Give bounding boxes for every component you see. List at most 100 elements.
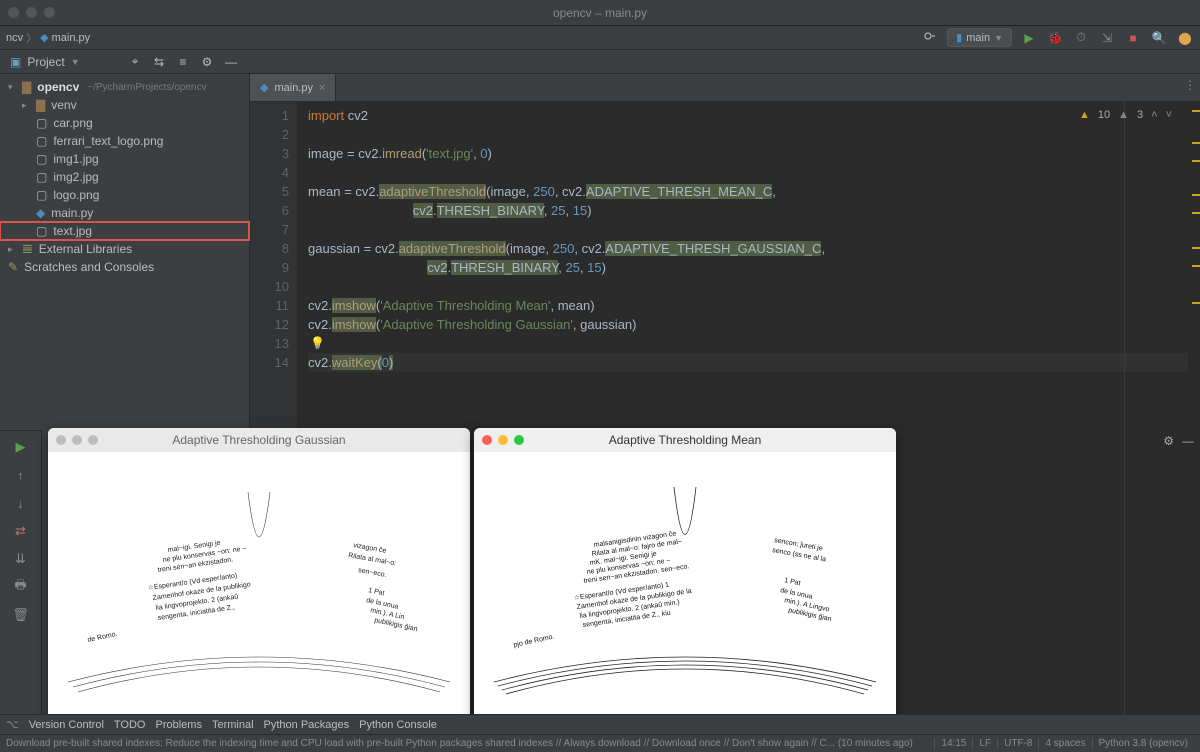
window-title: opencv – main.py	[553, 6, 647, 20]
intention-bulb-icon[interactable]: 💡	[310, 334, 325, 353]
tree-file-textjpg[interactable]: ▢ text.jpg	[0, 222, 249, 240]
chevron-down-icon[interactable]: ▼	[71, 57, 80, 67]
run-button[interactable]: ▶	[1020, 29, 1038, 47]
maximize-dot[interactable]	[514, 435, 524, 445]
python-file-icon: ◆	[260, 81, 268, 94]
help-icon[interactable]: ⬤	[1176, 29, 1194, 47]
down-button[interactable]: ↓	[11, 493, 31, 513]
search-everywhere-icon[interactable]: 🔍	[1150, 29, 1168, 47]
image-window-gaussian[interactable]: Adaptive Thresholding Gaussian mal~igi. …	[48, 428, 470, 728]
vcs-label[interactable]: Version Control	[29, 719, 104, 731]
minimize-dot[interactable]	[72, 435, 82, 445]
window-titlebar[interactable]: Adaptive Thresholding Mean	[474, 428, 896, 452]
hide-icon[interactable]: —	[1182, 434, 1194, 448]
window-titlebar[interactable]: Adaptive Thresholding Gaussian	[48, 428, 470, 452]
breadcrumb[interactable]: ncv 〉 ◆ main.py	[6, 30, 90, 46]
close-dot[interactable]	[8, 7, 19, 18]
more-tabs-icon[interactable]: ⋮	[1184, 78, 1196, 92]
window-title-text: Adaptive Thresholding Mean	[609, 433, 762, 447]
python-icon: ▮	[956, 31, 962, 44]
error-stripe[interactable]	[1188, 102, 1200, 734]
weak-warning-icon: ▲	[1118, 106, 1129, 125]
soft-wrap-button[interactable]: ⇄	[11, 521, 31, 541]
settings-icon[interactable]: ⚙	[198, 53, 216, 71]
tree-file[interactable]: ▢ car.png	[0, 114, 249, 132]
gear-icon[interactable]: ⚙	[1163, 434, 1174, 448]
status-message[interactable]: Download pre-built shared indexes: Reduc…	[6, 738, 934, 749]
problems-label[interactable]: Problems	[155, 719, 201, 731]
weak-count: 3	[1137, 106, 1143, 125]
tree-root[interactable]: ▾ ▇ opencv ~/PycharmProjects/opencv	[0, 78, 249, 96]
folder-icon: ▇	[22, 80, 31, 94]
vcs-icon[interactable]: ⌥	[6, 718, 19, 731]
tree-folder-venv[interactable]: ▸ ▇ venv	[0, 96, 249, 114]
close-icon[interactable]: ×	[319, 82, 325, 94]
tab-mainpy[interactable]: ◆ main.py ×	[250, 74, 336, 101]
chevron-right-icon: 〉	[26, 30, 37, 46]
line-column[interactable]: 14:15	[934, 738, 972, 749]
expand-all-icon[interactable]: ⇆	[150, 53, 168, 71]
window-controls[interactable]	[8, 7, 55, 18]
maximize-dot[interactable]	[88, 435, 98, 445]
chevron-right-icon[interactable]: ▸	[8, 244, 18, 255]
maximize-dot[interactable]	[44, 7, 55, 18]
print-button[interactable]: 🖶	[11, 577, 31, 597]
project-toolbar: ▣ Project ▼ ⌖ ⇆ ≡ ⚙ —	[0, 50, 1200, 74]
chevron-right-icon[interactable]: ▸	[22, 100, 32, 111]
image-file-icon: ▢	[36, 188, 47, 202]
bottom-tool-stripe[interactable]: ⌥ Version Control TODO Problems Terminal…	[0, 714, 1200, 734]
tree-file[interactable]: ▢ ferrari_text_logo.png	[0, 132, 249, 150]
project-tool-window-header[interactable]: ▣ Project ▼ ⌖ ⇆ ≡ ⚙ —	[0, 53, 250, 71]
hide-icon[interactable]: —	[222, 53, 240, 71]
stop-button[interactable]: ↑	[11, 465, 31, 485]
image-file-icon: ▢	[36, 116, 47, 130]
indent-indicator[interactable]: 4 spaces	[1038, 738, 1091, 749]
tree-file[interactable]: ▢ img2.jpg	[0, 168, 249, 186]
folder-icon: ▇	[36, 98, 45, 112]
run-configuration-selector[interactable]: ▮ main ▼	[947, 28, 1012, 47]
encoding-indicator[interactable]: UTF-8	[997, 738, 1038, 749]
tree-file-mainpy[interactable]: ◆ main.py	[0, 204, 249, 222]
venv-label: venv	[51, 98, 76, 112]
clear-button[interactable]: 🗑	[11, 605, 31, 625]
close-dot[interactable]	[56, 435, 66, 445]
project-label-text: Project	[27, 55, 64, 69]
root-path: ~/PycharmProjects/opencv	[87, 82, 206, 93]
editor-tabs[interactable]: ◆ main.py × ⋮	[250, 74, 1200, 102]
run-tool-header-actions[interactable]: ⚙ —	[1163, 434, 1194, 448]
profile-button[interactable]: ⏱	[1072, 29, 1090, 47]
image-window-mean[interactable]: Adaptive Thresholding Mean malsanigisdin…	[474, 428, 896, 728]
minimize-dot[interactable]	[498, 435, 508, 445]
warning-icon: ▲	[1079, 106, 1090, 125]
chevron-up-icon[interactable]: ˄	[1151, 106, 1157, 125]
review-icon[interactable]	[921, 29, 939, 47]
locate-icon[interactable]: ⌖	[126, 53, 144, 71]
tree-scratches[interactable]: ✎ Scratches and Consoles	[0, 258, 249, 276]
eol-indicator[interactable]: LF	[972, 738, 997, 749]
chevron-down-icon[interactable]: ▾	[8, 82, 18, 93]
interpreter-indicator[interactable]: Python 3.8 (opencv)	[1092, 738, 1195, 749]
todo-label[interactable]: TODO	[114, 719, 146, 731]
window-titlebar: opencv – main.py	[0, 0, 1200, 26]
tree-external-libs[interactable]: ▸ 𝌆 External Libraries	[0, 240, 249, 258]
python-packages-label[interactable]: Python Packages	[264, 719, 350, 731]
run-tool-window-toolbar: ▶ ↑ ↓ ⇄ ⇊ 🖶 🗑	[0, 430, 42, 730]
breadcrumb-file[interactable]: main.py	[52, 32, 91, 44]
rerun-button[interactable]: ▶	[11, 437, 31, 457]
debug-button[interactable]: 🐞	[1046, 29, 1064, 47]
python-console-label[interactable]: Python Console	[359, 719, 437, 731]
status-bar[interactable]: Download pre-built shared indexes: Reduc…	[0, 734, 1200, 752]
scroll-to-end-button[interactable]: ⇊	[11, 549, 31, 569]
tree-file[interactable]: ▢ img1.jpg	[0, 150, 249, 168]
chevron-down-icon[interactable]: ˅	[1166, 106, 1172, 125]
minimize-dot[interactable]	[26, 7, 37, 18]
collapse-all-icon[interactable]: ≡	[174, 53, 192, 71]
tree-file[interactable]: ▢ logo.png	[0, 186, 249, 204]
inspection-widget[interactable]: ▲ 10 ▲ 3 ˄ ˅	[1079, 106, 1172, 125]
close-dot[interactable]	[482, 435, 492, 445]
breadcrumb-project[interactable]: ncv	[6, 32, 23, 44]
terminal-label[interactable]: Terminal	[212, 719, 254, 731]
stop-button[interactable]: ■	[1124, 29, 1142, 47]
python-file-icon: ◆	[36, 206, 45, 220]
attach-button[interactable]: ⇲	[1098, 29, 1116, 47]
